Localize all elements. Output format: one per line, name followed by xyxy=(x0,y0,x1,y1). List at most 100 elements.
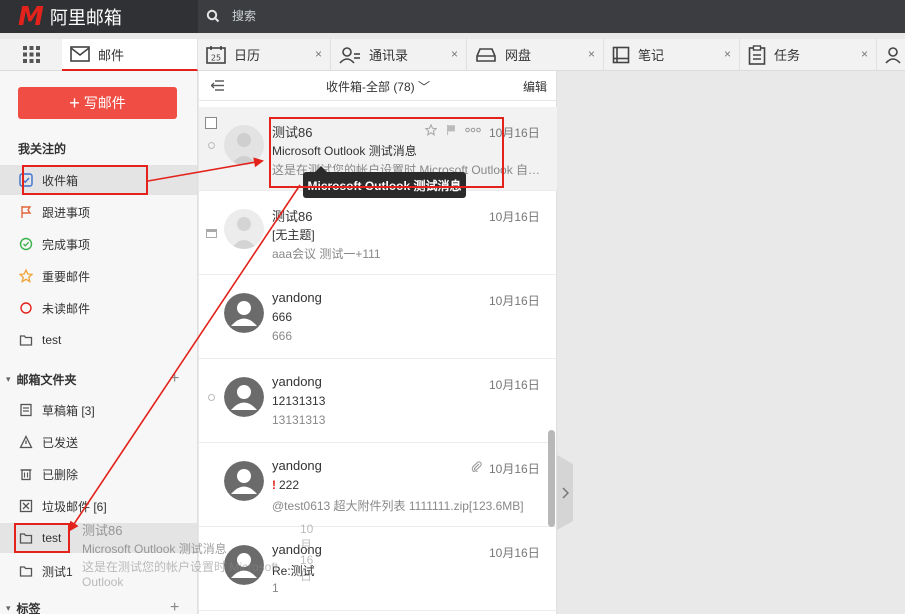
add-tag-button[interactable]: + xyxy=(170,600,179,614)
subject-tooltip: Microsoft Outlook 测试消息 xyxy=(303,166,466,198)
top-bar: M 阿里邮箱 搜索 xyxy=(0,0,905,33)
more-icon[interactable] xyxy=(465,127,481,133)
mail-checkbox[interactable] xyxy=(205,117,217,129)
sidebar-item-inbox[interactable]: 收件箱 xyxy=(0,165,197,195)
sidebar-item-label: 草稿箱 [3] xyxy=(42,403,95,418)
attachment-icon xyxy=(471,461,482,475)
mail-item[interactable]: yandong 10月16日 666 666 xyxy=(199,275,557,359)
mail-date: 10月16日 xyxy=(489,210,540,224)
sidebar-item-label: 跟进事项 xyxy=(42,205,91,220)
reading-pane xyxy=(558,71,905,614)
sidebar-item-unread[interactable]: 未读邮件 xyxy=(0,293,197,323)
folder-selector[interactable]: 收件箱-全部 (78) ﹀ xyxy=(199,78,557,95)
inbox-icon xyxy=(19,173,33,187)
sidebar-item-test-followed[interactable]: test xyxy=(0,325,197,355)
draft-icon xyxy=(19,403,33,417)
close-icon[interactable]: × xyxy=(315,47,322,61)
chevron-down-icon: ▾ xyxy=(6,603,11,613)
check-circle-icon xyxy=(19,237,33,251)
mail-sender: yandong xyxy=(272,458,322,473)
sidebar-item-sent[interactable]: 已发送 xyxy=(0,427,197,457)
close-icon[interactable]: × xyxy=(724,47,731,61)
search-box[interactable]: 搜索 xyxy=(206,7,256,24)
tab-drive[interactable]: 网盘 × xyxy=(467,39,604,70)
mail-sender: yandong xyxy=(272,374,322,389)
mail-item[interactable]: 测试86 10月16日 [无主题] aaa会议 测试一+111 xyxy=(199,191,557,275)
sidebar-item-label: 垃圾邮件 [6] xyxy=(42,499,107,514)
tab-label: 任务 xyxy=(774,48,801,63)
sidebar-item-label: 重要邮件 xyxy=(42,269,91,284)
tab-label: 笔记 xyxy=(638,48,665,63)
star-icon[interactable] xyxy=(425,124,437,136)
chevron-down-icon: ﹀ xyxy=(418,80,431,94)
sidebar-item-followup[interactable]: 跟进事项 xyxy=(0,197,197,227)
mail-preview: 13131313 xyxy=(272,413,326,427)
folders-section-toggle[interactable]: ▾ 邮箱文件夹 xyxy=(6,371,77,388)
flag-icon[interactable] xyxy=(445,124,457,136)
tasks-icon xyxy=(748,44,766,65)
mail-subject: [无主题] xyxy=(272,228,315,242)
app-logo[interactable]: M 阿里邮箱 xyxy=(0,0,198,33)
sidebar-item-drafts[interactable]: 草稿箱 [3] xyxy=(0,395,197,425)
unread-dot[interactable] xyxy=(208,394,215,401)
close-icon[interactable]: × xyxy=(451,47,458,61)
compose-button[interactable]: + 写邮件 xyxy=(18,87,177,119)
folder-icon xyxy=(19,564,33,578)
mail-sender: yandong xyxy=(272,290,322,305)
unread-circle-icon xyxy=(19,301,33,315)
search-icon xyxy=(206,9,220,22)
tab-contacts[interactable]: 通讯录 × xyxy=(331,39,467,70)
drive-icon xyxy=(475,47,497,63)
tab-label: 网盘 xyxy=(505,48,532,63)
avatar xyxy=(224,125,264,165)
tab-calendar[interactable]: 25 日历 × xyxy=(198,39,331,70)
mail-item[interactable]: yandong 10月16日 ! 222 @test0613 超大附件列表 111… xyxy=(199,443,557,527)
sidebar-item-label: 测试1 xyxy=(42,564,73,579)
mail-date: 10月16日 xyxy=(489,378,540,392)
mail-subject: ! 222 xyxy=(272,478,299,492)
close-icon[interactable]: × xyxy=(588,47,595,61)
add-folder-button[interactable]: + xyxy=(170,371,179,387)
svg-text:25: 25 xyxy=(211,53,221,62)
sidebar-item-important[interactable]: 重要邮件 xyxy=(0,261,197,291)
tab-notes[interactable]: 笔记 × xyxy=(604,39,740,70)
sidebar-item-deleted[interactable]: 已删除 xyxy=(0,459,197,489)
ghost-subject: Microsoft Outlook 测试消息 xyxy=(82,542,227,556)
people-icon xyxy=(885,46,905,64)
logo-text: 阿里邮箱 xyxy=(49,7,122,29)
tags-section-toggle[interactable]: ▾ 标签 xyxy=(6,600,41,614)
tags-section-title: 标签 xyxy=(16,602,41,614)
mail-list-scrollbar[interactable] xyxy=(548,430,555,527)
plus-icon: + xyxy=(69,93,80,113)
mail-subject: 12131313 xyxy=(272,394,326,408)
sidebar-item-done[interactable]: 完成事项 xyxy=(0,229,197,259)
edit-button[interactable]: 编辑 xyxy=(523,78,547,95)
compose-label: 写邮件 xyxy=(83,95,126,111)
folder-icon xyxy=(19,531,33,545)
mail-actions xyxy=(425,124,481,136)
close-icon[interactable]: × xyxy=(861,47,868,61)
mail-sender: 测试86 xyxy=(272,125,313,140)
spam-icon xyxy=(19,499,33,513)
unread-dot[interactable] xyxy=(208,142,215,149)
chevron-right-icon xyxy=(562,486,569,499)
sidebar-item-label: test xyxy=(42,333,62,347)
calendar-small-icon xyxy=(206,227,217,241)
tab-tasks[interactable]: 任务 × xyxy=(740,39,877,70)
sidebar-item-spam[interactable]: 垃圾邮件 [6] xyxy=(0,491,197,521)
sidebar-item-label: 已删除 xyxy=(42,467,79,482)
ghost-preview: 这是在测试您的帐户设置时 Microsoft Outlook xyxy=(82,560,279,589)
chevron-down-icon: ▾ xyxy=(6,374,11,384)
apps-grid-button[interactable] xyxy=(0,39,62,70)
mail-date: 10月16日 xyxy=(489,462,540,476)
mail-list-header: 收件箱-全部 (78) ﹀ 编辑 xyxy=(199,71,557,101)
ghost-sender: 测试86 xyxy=(82,523,123,538)
expand-pane-button[interactable] xyxy=(557,455,573,530)
calendar-icon: 25 xyxy=(206,45,226,64)
tab-mail[interactable]: 邮件 xyxy=(62,39,198,71)
sidebar-item-label: 未读邮件 xyxy=(42,301,91,316)
tab-more[interactable] xyxy=(877,39,905,70)
mail-item[interactable]: yandong 10月16日 12131313 13131313 xyxy=(199,359,557,443)
drag-ghost: 测试86 10月16日 Microsoft Outlook 测试消息 这是在测试… xyxy=(82,520,322,589)
notes-icon xyxy=(612,46,630,64)
